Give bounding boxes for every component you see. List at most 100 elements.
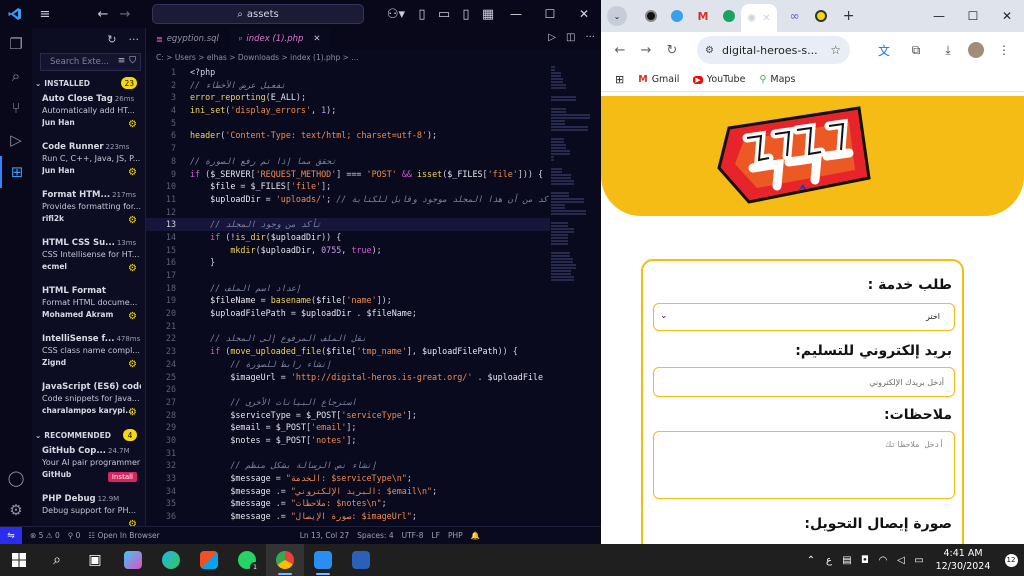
bookmark-youtube[interactable]: ▶ YouTube xyxy=(693,74,745,85)
camera-icon[interactable]: ◘ xyxy=(856,544,874,576)
close-button[interactable]: ✕ xyxy=(567,0,601,28)
minimize-button[interactable]: — xyxy=(922,0,956,32)
remote-indicator-icon[interactable]: ⇋ xyxy=(0,526,22,545)
code-line[interactable]: 14 if (!is_dir($uploadDir)) { xyxy=(146,231,550,244)
infinity-icon[interactable]: ∞ xyxy=(783,4,807,28)
account-icon[interactable]: ◯ xyxy=(0,462,32,494)
extensions-icon[interactable]: ⊞ xyxy=(0,156,32,188)
chrome-app-icon[interactable] xyxy=(266,544,304,576)
encoding[interactable]: UTF-8 xyxy=(402,531,424,540)
more-actions-icon[interactable]: ··· xyxy=(585,32,595,43)
search-icon[interactable]: ⌕ xyxy=(0,60,32,92)
tab-favicon-dark[interactable] xyxy=(639,4,663,28)
code-line[interactable]: 26 xyxy=(146,383,550,396)
email-field[interactable]: أدخل بريدك الإلكتروني xyxy=(653,367,955,397)
start-windows-icon[interactable] xyxy=(0,544,38,576)
tab-favicon-blue[interactable] xyxy=(665,4,689,28)
search-icon[interactable]: ⌕ xyxy=(38,544,76,576)
clock[interactable]: 4:41 AM 12/30/2024 xyxy=(928,547,998,573)
menu-icon[interactable]: ≡ xyxy=(34,3,56,25)
notifications-bell-icon[interactable]: 🔔 xyxy=(471,531,480,540)
code-line[interactable]: 22 // نقل الملف المرفوع إلى المجلد xyxy=(146,332,550,345)
code-line[interactable]: 31 xyxy=(146,447,550,460)
run-icon[interactable]: ▷ xyxy=(548,32,556,43)
volume-icon[interactable]: ◁ xyxy=(892,544,910,576)
extension-item[interactable]: PHP Debug 12.9M Debug support for PH... ⚙ xyxy=(32,491,145,526)
code-line[interactable]: 25 $imageUrl = 'http://digital-heros.is-… xyxy=(146,371,550,384)
code-line[interactable]: 30 $notes = $_POST['notes']; xyxy=(146,434,550,447)
code-line[interactable]: 2 // تفعيل عرض الأخطاء xyxy=(146,79,550,92)
extension-item[interactable]: Code Runner 223ms Run C, C++, Java, JS, P.… xyxy=(32,139,145,187)
word-app-icon[interactable] xyxy=(342,544,380,576)
manage-gear-icon[interactable]: ⚙ xyxy=(128,119,137,130)
code-line[interactable]: 5 xyxy=(146,117,550,130)
code-line[interactable]: 9 if ($_SERVER['REQUEST_METHOD'] === 'POS… xyxy=(146,168,550,181)
vscode-app-icon[interactable] xyxy=(304,544,342,576)
code-line[interactable]: 7 xyxy=(146,142,550,155)
eol[interactable]: LF xyxy=(431,531,440,540)
more-menu-icon[interactable]: ⋮ xyxy=(992,36,1016,64)
back-arrow-icon[interactable]: ← xyxy=(607,37,633,63)
toggle-secondary-sidebar-icon[interactable]: ▯ xyxy=(455,3,477,25)
tab-index-php[interactable]: ᵖ index (1).php ✕ xyxy=(228,28,331,50)
bookmark-gmail[interactable]: M Gmail xyxy=(638,74,679,85)
code-line[interactable]: 35 $message .= "ملاحظات: $notes\n"; xyxy=(146,497,550,510)
maximize-button[interactable]: ☐ xyxy=(533,0,567,28)
language-indicator[interactable]: ع xyxy=(820,544,838,576)
extension-search-input[interactable]: Search Exte... ≡ ⛉ xyxy=(40,53,141,71)
tray-app-icon[interactable]: ▤ xyxy=(838,544,856,576)
code-line[interactable]: 10 $file = $_FILES['file']; xyxy=(146,180,550,193)
source-control-icon[interactable]: ⑂ xyxy=(0,92,32,124)
split-editor-icon[interactable]: ◫ xyxy=(566,32,575,43)
close-tab-icon[interactable]: ✕ xyxy=(313,34,320,44)
tab-egyption-sql[interactable]: ≣ egyption.sql xyxy=(146,28,229,50)
maximize-button[interactable]: ☐ xyxy=(956,0,990,32)
tab-favicon-yellow[interactable] xyxy=(809,4,833,28)
wifi-icon[interactable]: ◠ xyxy=(874,544,892,576)
extension-item[interactable]: HTML CSS Su... 13ms CSS Intellisense for H… xyxy=(32,235,145,283)
tab-search-icon[interactable]: ⌄ xyxy=(607,6,627,26)
cursor-position[interactable]: Ln 13, Col 27 xyxy=(300,531,349,540)
extensions-puzzle-icon[interactable]: ⧉ xyxy=(904,36,928,64)
code-line[interactable]: 34 $message .= "البريد الإلكتروني: $emai… xyxy=(146,485,550,498)
close-tab-icon[interactable]: ✕ xyxy=(762,13,770,24)
errors-status[interactable]: ⊗ 5 ⚠ 0 xyxy=(30,531,60,540)
code-line[interactable]: 17 xyxy=(146,269,550,282)
downloads-icon[interactable]: ⤓ xyxy=(936,36,960,64)
code-line[interactable]: 6 header('Content-Type: text/html; charse… xyxy=(146,129,550,142)
language-mode[interactable]: PHP xyxy=(448,531,463,540)
install-button[interactable]: Install xyxy=(107,472,137,482)
manage-gear-icon[interactable]: ⚙ xyxy=(128,167,137,178)
active-tab[interactable]: ✺ ✕ xyxy=(741,4,777,32)
extension-item[interactable]: Auto Close Tag 26ms Automatically add HT..… xyxy=(32,91,145,139)
site-info-icon[interactable]: ⚙ xyxy=(705,45,714,56)
manage-gear-icon[interactable]: ⚙ xyxy=(128,407,137,418)
close-button[interactable]: ✕ xyxy=(990,0,1024,32)
code-line[interactable]: 19 $fileName = basename($file['name']); xyxy=(146,294,550,307)
forward-arrow-icon[interactable]: → xyxy=(633,37,659,63)
indentation[interactable]: Spaces: 4 xyxy=(357,531,393,540)
code-line[interactable]: 3 error_reporting(E_ALL); xyxy=(146,91,550,104)
code-line[interactable]: 18 // إعداد اسم الملف xyxy=(146,282,550,295)
translate-icon[interactable]: 文 xyxy=(872,36,896,64)
bookmark-maps[interactable]: ⚲ Maps xyxy=(759,74,795,85)
code-line[interactable]: 32 // إنشاء نص الرسالة بشكل منظم xyxy=(146,459,550,472)
clear-filter-icon[interactable]: ≡ xyxy=(118,56,126,66)
code-line[interactable]: 16 } xyxy=(146,256,550,269)
explorer-icon[interactable]: ❐ xyxy=(0,28,32,60)
store-icon[interactable] xyxy=(190,544,228,576)
recommended-section-header[interactable]: ⌄ RECOMMENDED 4 xyxy=(32,427,145,443)
copilot-app-icon[interactable] xyxy=(114,544,152,576)
extension-item[interactable]: GitHub Cop... 24.7M Your AI pair programme… xyxy=(32,443,145,491)
extension-item[interactable]: IntelliSense f... 478ms CSS class name com… xyxy=(32,331,145,379)
minimap[interactable] xyxy=(551,66,597,366)
profile-avatar[interactable] xyxy=(968,42,984,58)
apps-grid-icon[interactable]: ⊞ xyxy=(615,73,624,86)
ports-status[interactable]: ⚲ 0 xyxy=(68,531,81,540)
code-line[interactable]: 13 // تأكد من وجود المجلد xyxy=(146,218,550,231)
code-line[interactable]: 20 $uploadFilePath = $uploadDir . $fileN… xyxy=(146,307,550,320)
tab-favicon-green[interactable] xyxy=(717,4,741,28)
filter-icon[interactable]: ⛉ xyxy=(129,56,136,66)
customize-layout-icon[interactable]: ▦ xyxy=(477,3,499,25)
manage-gear-icon[interactable]: ⚙ xyxy=(128,519,137,526)
